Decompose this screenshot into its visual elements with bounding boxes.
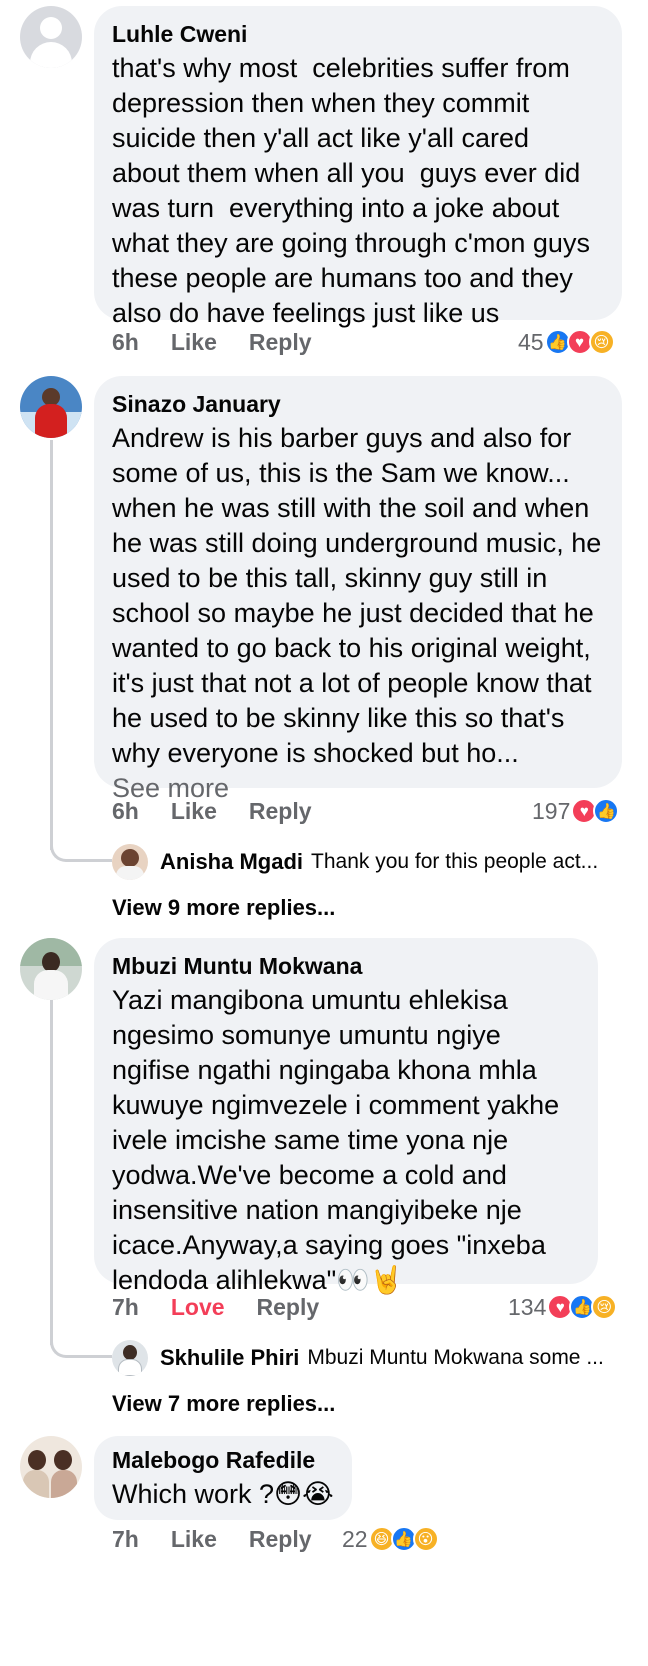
love-button[interactable]: Love xyxy=(171,1294,225,1321)
comment-time[interactable]: 7h xyxy=(112,1526,139,1553)
avatar[interactable] xyxy=(20,6,82,68)
comment-actions: 7h Like Reply xyxy=(112,1522,344,1556)
comment-text: Which work ?😳😭 xyxy=(112,1479,334,1509)
reaction-summary[interactable]: 197 ♥ 👍 xyxy=(532,794,620,828)
reply-text: Thank you for this people act... xyxy=(311,850,599,873)
thread-line xyxy=(50,440,53,850)
reply-button[interactable]: Reply xyxy=(249,1526,312,1553)
avatar[interactable] xyxy=(20,938,82,1000)
reply-button[interactable]: Reply xyxy=(249,329,312,356)
comment-text: that's why most celebrities suffer from … xyxy=(112,53,598,328)
view-more-replies-link[interactable]: View 9 more replies... xyxy=(112,895,335,921)
thread-line xyxy=(50,1000,53,1345)
reply-preview[interactable]: Anisha Mgadi Thank you for this people a… xyxy=(112,842,598,882)
reply-author[interactable]: Anisha Mgadi xyxy=(160,849,303,875)
comment-bubble[interactable]: Malebogo Rafedile Which work ?😳😭 xyxy=(94,1436,352,1520)
wow-icon: 😮 xyxy=(412,1526,439,1552)
reaction-count: 22 xyxy=(342,1525,368,1552)
default-avatar-icon xyxy=(40,17,62,39)
sad-icon: 😢 xyxy=(591,1294,618,1320)
comment-bubble[interactable]: Mbuzi Muntu Mokwana Yazi mangibona umunt… xyxy=(94,938,598,1295)
comment-text: Yazi mangibona umuntu ehlekisa ngesimo s… xyxy=(112,985,567,1295)
comment-bubble[interactable]: Luhle Cweni that's why most celebrities … xyxy=(94,6,622,328)
avatar[interactable] xyxy=(112,844,148,880)
thread-connector xyxy=(50,1336,112,1358)
reply-author[interactable]: Skhulile Phiri xyxy=(160,1345,299,1371)
like-icon: 👍 xyxy=(593,798,620,824)
view-more-replies-link[interactable]: View 7 more replies... xyxy=(112,1391,335,1417)
like-button[interactable]: Like xyxy=(171,798,217,825)
comment-time[interactable]: 7h xyxy=(112,1294,139,1321)
avatar[interactable] xyxy=(112,1340,148,1376)
like-button[interactable]: Like xyxy=(171,1526,217,1553)
comment-actions: 6h Like Reply xyxy=(112,325,344,359)
comment-text: Andrew is his barber guys and also for s… xyxy=(112,423,609,768)
comment-author[interactable]: Malebogo Rafedile xyxy=(112,1446,334,1474)
avatar[interactable] xyxy=(20,1436,82,1498)
reaction-count: 197 xyxy=(532,797,571,824)
reaction-count: 134 xyxy=(508,1293,547,1320)
comment-author[interactable]: Mbuzi Muntu Mokwana xyxy=(112,952,580,980)
like-button[interactable]: Like xyxy=(171,329,217,356)
comment-author[interactable]: Luhle Cweni xyxy=(112,20,604,48)
reply-button[interactable]: Reply xyxy=(249,798,312,825)
reply-preview[interactable]: Skhulile Phiri Mbuzi Muntu Mokwana some … xyxy=(112,1338,604,1378)
reply-button[interactable]: Reply xyxy=(257,1294,320,1321)
reaction-summary[interactable]: 45 👍 ♥ 😢 xyxy=(518,325,615,359)
reaction-summary[interactable]: 134 ♥ 👍 😢 xyxy=(508,1290,618,1324)
avatar[interactable] xyxy=(20,376,82,438)
comment-actions: 6h Like Reply xyxy=(112,794,344,828)
reply-text: Mbuzi Muntu Mokwana some ... xyxy=(307,1346,604,1369)
thread-connector xyxy=(50,840,112,862)
comment-bubble[interactable]: Sinazo January Andrew is his barber guys… xyxy=(94,376,622,803)
sad-icon: 😢 xyxy=(588,329,615,355)
reaction-count: 45 xyxy=(518,328,544,355)
comment-time[interactable]: 6h xyxy=(112,798,139,825)
comment-actions: 7h Love Reply xyxy=(112,1290,351,1324)
comment-author[interactable]: Sinazo January xyxy=(112,390,604,418)
comment-time[interactable]: 6h xyxy=(112,329,139,356)
reaction-summary[interactable]: 22 😆 👍 😮 xyxy=(342,1522,439,1556)
